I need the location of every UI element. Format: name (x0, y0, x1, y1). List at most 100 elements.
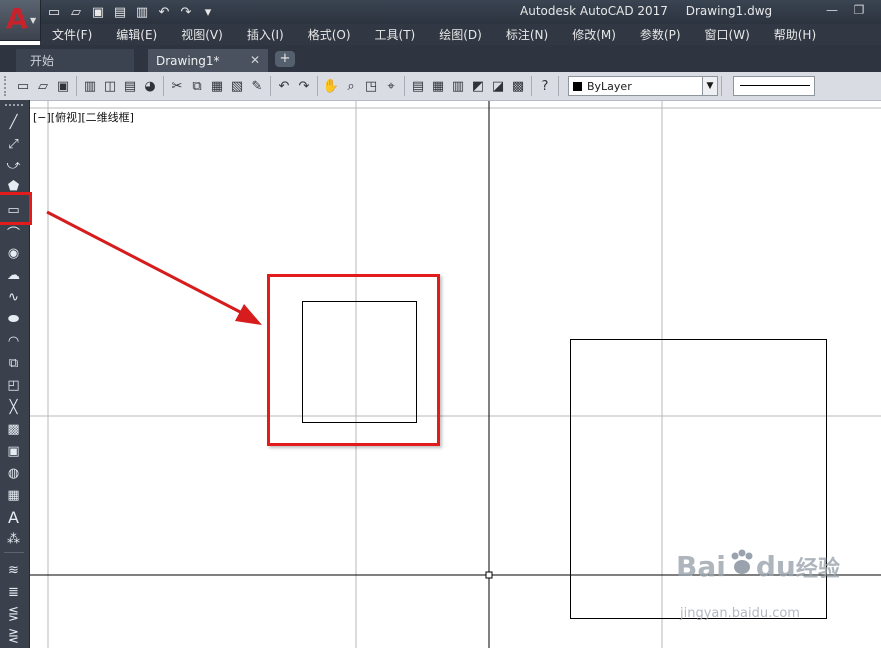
tab-drawing1-label: Drawing1* (156, 53, 220, 68)
minimize-icon[interactable]: — (823, 3, 841, 19)
linetype-dropdown[interactable] (733, 76, 815, 96)
menu-parametric[interactable]: 参数(P) (628, 26, 693, 43)
circle-icon[interactable]: ◉ (3, 243, 24, 263)
save-icon[interactable]: ▣ (53, 76, 73, 96)
linetype-preview (740, 85, 810, 86)
open-icon[interactable]: ▱ (66, 3, 86, 21)
menu-edit[interactable]: 编辑(E) (104, 26, 169, 43)
3d-print-icon[interactable]: ◕ (140, 76, 160, 96)
highlight-drawn-rectangle (267, 274, 440, 446)
cut-icon[interactable]: ✂ (167, 76, 187, 96)
application-menu-button[interactable]: A ▼ (0, 0, 41, 41)
file-title: Drawing1.dwg (685, 4, 773, 18)
restore-icon[interactable]: ❐ (850, 3, 868, 19)
publish-icon[interactable]: ▤ (120, 76, 140, 96)
undo-icon[interactable]: ↶ (274, 76, 294, 96)
new-icon[interactable]: ▭ (13, 76, 33, 96)
insert-block-icon[interactable]: ⧉ (3, 353, 24, 373)
chevron-down-icon: ▼ (30, 16, 37, 25)
polyline-icon[interactable]: ⤻ (3, 155, 24, 175)
watermark-url: jingyan.baidu.com (680, 606, 800, 621)
paste-icon[interactable]: ▦ (207, 76, 227, 96)
gradient-icon[interactable]: ▣ (3, 441, 24, 461)
construction-line-icon[interactable]: ⤢ (3, 134, 24, 154)
app-title: Autodesk AutoCAD 2017 (520, 4, 668, 18)
layer-color-dropdown[interactable]: ByLayer ▼ (568, 76, 718, 96)
tool-palettes-icon[interactable]: ▥ (448, 76, 468, 96)
table-icon[interactable]: ▦ (3, 485, 24, 505)
separator (558, 76, 559, 96)
menu-modify[interactable]: 修改(M) (560, 26, 628, 43)
separator (317, 76, 318, 96)
zoom-window-icon[interactable]: ◳ (361, 76, 381, 96)
undo-icon[interactable]: ↶ (154, 3, 174, 21)
menu-dimension[interactable]: 标注(N) (494, 26, 560, 43)
separator (4, 552, 24, 553)
layer-color-value: ByLayer (587, 79, 632, 93)
make-block-icon[interactable]: ◰ (3, 375, 24, 395)
title-bar: ▭ ▱ ▣ ▤ ▥ ↶ ↷ ▾ Autodesk AutoCAD 2017 Dr… (0, 0, 881, 24)
highlight-rectangle-tool (0, 192, 32, 225)
toolbar-grip[interactable] (4, 76, 10, 96)
menu-help[interactable]: 帮助(H) (762, 26, 828, 43)
standard-toolbar: ▭ ▱ ▣ ▥ ◫ ▤ ◕ ✂ ⧉ ▦ ▧ ✎ ↶ ↷ ✋ ⌕ ◳ ⌖ ▤ ▦ … (0, 72, 881, 101)
chevron-down-icon[interactable]: ▼ (702, 77, 717, 95)
match-properties-icon[interactable]: ✎ (247, 76, 267, 96)
customize-icon[interactable]: ▾ (198, 3, 218, 21)
revision-cloud-icon[interactable]: ☁ (3, 265, 24, 285)
close-icon[interactable]: ✕ (250, 53, 260, 67)
markup-icon[interactable]: ◪ (488, 76, 508, 96)
modify-icon[interactable]: ≋ (3, 560, 24, 580)
file-tab-bar: 开始 Drawing1* ✕ (0, 45, 881, 72)
point-icon[interactable]: ╳ (3, 397, 24, 417)
viewport-controls[interactable]: [−][俯视][二维线框] (33, 109, 134, 125)
tab-start-label: 开始 (30, 54, 55, 68)
layers-icon[interactable]: ≣ (3, 582, 24, 602)
print-preview-icon[interactable]: ◫ (100, 76, 120, 96)
hatch-icon[interactable]: ▩ (3, 419, 24, 439)
line-icon[interactable]: ╱ (3, 112, 24, 132)
zoom-previous-icon[interactable]: ⌖ (381, 76, 401, 96)
menu-bar: 文件(F) 编辑(E) 视图(V) 插入(I) 格式(O) 工具(T) 绘图(D… (40, 24, 881, 45)
layer-states-icon[interactable]: ⋚ (3, 604, 24, 624)
add-selected-icon[interactable]: ⁂ (3, 529, 24, 549)
print-icon[interactable]: ▥ (80, 76, 100, 96)
separator (531, 76, 532, 96)
zoom-realtime-icon[interactable]: ⌕ (341, 76, 361, 96)
menu-file[interactable]: 文件(F) (40, 26, 104, 43)
copy-icon[interactable]: ⧉ (187, 76, 207, 96)
menu-format[interactable]: 格式(O) (296, 26, 363, 43)
ellipse-arc-icon[interactable]: ◠ (3, 331, 24, 351)
layer-tools-icon[interactable]: ⋛ (3, 626, 24, 646)
pan-icon[interactable]: ✋ (321, 76, 341, 96)
paste-block-icon[interactable]: ▧ (227, 76, 247, 96)
menu-tools[interactable]: 工具(T) (363, 26, 428, 43)
menu-view[interactable]: 视图(V) (169, 26, 235, 43)
ellipse-icon[interactable]: ⬬ (3, 309, 24, 329)
menu-draw[interactable]: 绘图(D) (427, 26, 494, 43)
menu-insert[interactable]: 插入(I) (235, 26, 296, 43)
spline-icon[interactable]: ∿ (3, 287, 24, 307)
design-center-icon[interactable]: ▦ (428, 76, 448, 96)
ucs-origin-marker (485, 571, 493, 579)
toolbar-grip[interactable] (5, 104, 23, 109)
region-icon[interactable]: ◍ (3, 463, 24, 483)
calculator-icon[interactable]: ▩ (508, 76, 528, 96)
menu-window[interactable]: 窗口(W) (693, 26, 762, 43)
multiline-text-icon[interactable]: A (3, 507, 24, 527)
new-tab-button[interactable]: + (275, 51, 295, 67)
sheet-set-icon[interactable]: ◩ (468, 76, 488, 96)
tab-drawing1[interactable]: Drawing1* ✕ (148, 49, 268, 72)
watermark-brand-letters: Bai (676, 550, 726, 583)
save-icon[interactable]: ▣ (88, 3, 108, 21)
new-icon[interactable]: ▭ (44, 3, 64, 21)
open-icon[interactable]: ▱ (33, 76, 53, 96)
print-icon[interactable]: ▥ (132, 3, 152, 21)
tab-start[interactable]: 开始 (16, 49, 134, 72)
properties-icon[interactable]: ▤ (408, 76, 428, 96)
help-icon[interactable]: ? (535, 76, 555, 96)
redo-icon[interactable]: ↷ (294, 76, 314, 96)
arc-icon[interactable]: ⌒ (3, 222, 24, 242)
save-as-icon[interactable]: ▤ (110, 3, 130, 21)
redo-icon[interactable]: ↷ (176, 3, 196, 21)
